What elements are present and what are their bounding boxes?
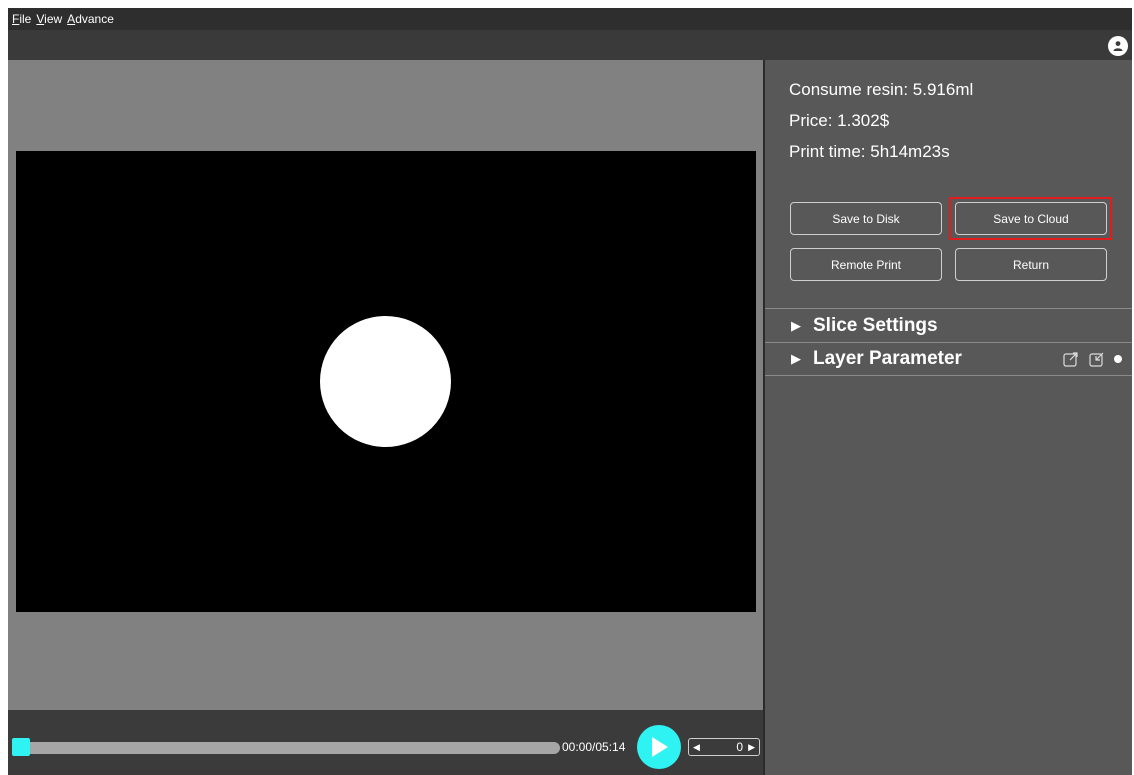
save-to-disk-button[interactable]: Save to Disk: [790, 202, 942, 235]
layer-shape: [320, 316, 451, 447]
progress-track[interactable]: [16, 742, 560, 754]
stepper-increment-icon[interactable]: ▶: [748, 739, 755, 755]
print-time-label: Print time: 5h14m23s: [789, 142, 950, 161]
menu-file[interactable]: File: [12, 12, 31, 26]
layer-stepper[interactable]: ◀ 0 ▶: [688, 738, 760, 756]
return-button[interactable]: Return: [955, 248, 1107, 281]
stepper-decrement-icon[interactable]: ◀: [693, 739, 700, 755]
expand-triangle-icon: ▶: [791, 351, 801, 366]
top-toolbar: [8, 30, 1132, 60]
divider: [765, 342, 1132, 343]
stepper-value: 0: [736, 740, 743, 754]
layer-parameter-header[interactable]: ▶ Layer Parameter: [765, 344, 1132, 374]
right-panel: Consume resin: 5.916ml Price: 1.302$ Pri…: [765, 60, 1132, 775]
price-label: Price: 1.302$: [789, 111, 890, 130]
slice-preview-viewport: [8, 60, 763, 710]
export-icon[interactable]: [1062, 350, 1080, 368]
remote-print-button[interactable]: Remote Print: [790, 248, 942, 281]
divider: [765, 375, 1132, 376]
play-button[interactable]: [637, 725, 681, 769]
divider: [765, 308, 1132, 309]
expand-triangle-icon: ▶: [791, 318, 801, 333]
slice-settings-header[interactable]: ▶ Slice Settings: [765, 311, 1132, 341]
time-readout: 00:00/05:14: [562, 740, 626, 754]
import-icon[interactable]: [1088, 350, 1106, 368]
layer-parameter-title: Layer Parameter: [813, 348, 962, 369]
menu-bar: File View Advance: [8, 8, 1132, 30]
resin-consumption: Consume resin: 5.916ml: [789, 80, 974, 99]
slice-settings-title: Slice Settings: [813, 315, 938, 336]
progress-handle[interactable]: [12, 738, 30, 756]
menu-view[interactable]: View: [36, 12, 62, 26]
menu-advance[interactable]: Advance: [67, 12, 114, 26]
app-window: File View Advance 00:00/05:14 ◀ 0 ▶ Cons…: [8, 8, 1132, 775]
status-dot-icon: [1114, 355, 1122, 363]
layer-canvas: [16, 151, 756, 612]
play-icon: [652, 737, 668, 757]
user-icon[interactable]: [1108, 36, 1128, 56]
layer-parameter-actions: [1062, 350, 1122, 368]
playback-bar: 00:00/05:14 ◀ 0 ▶: [8, 710, 763, 775]
highlight-box: [949, 197, 1112, 240]
